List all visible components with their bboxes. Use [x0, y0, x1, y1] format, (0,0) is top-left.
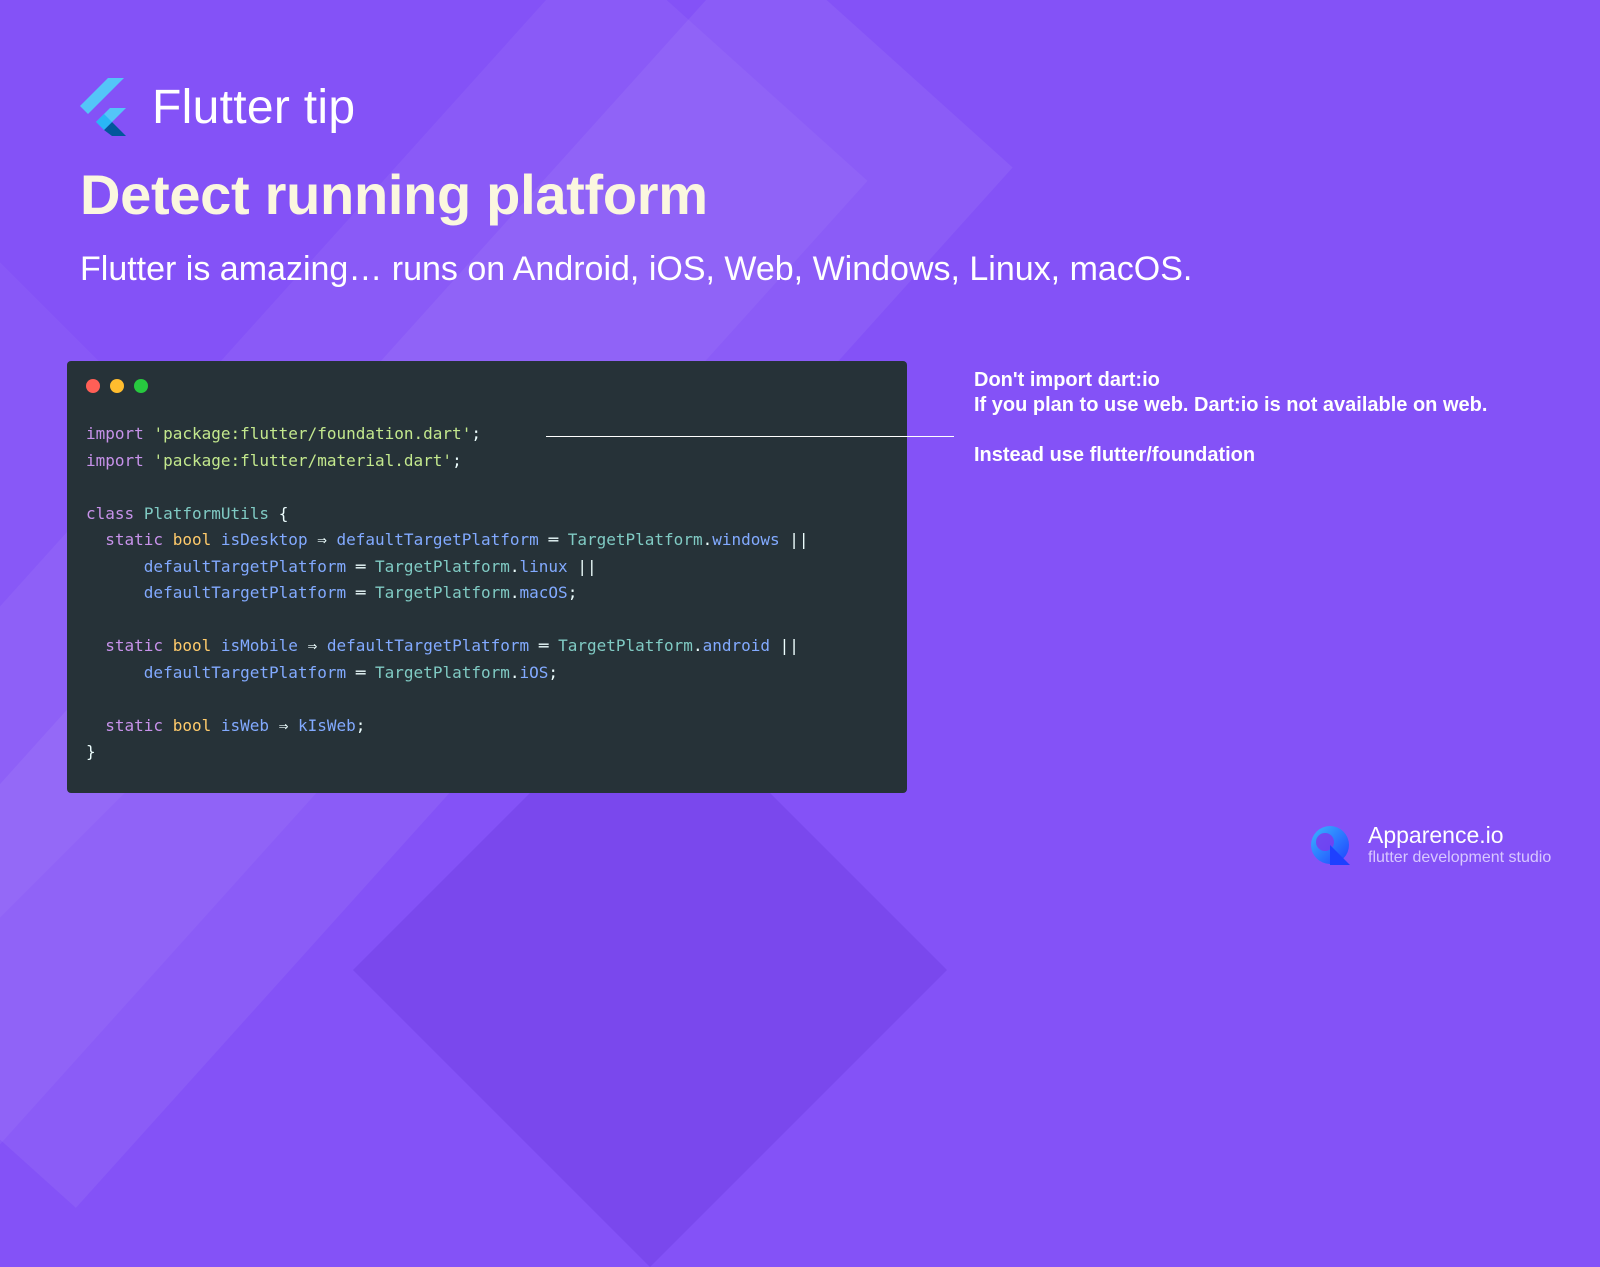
apparence-logo-icon	[1311, 826, 1350, 865]
note-line-3: Instead use flutter/foundation	[974, 444, 1256, 466]
code-line: static bool isMobile ⇒ defaultTargetPlat…	[105, 636, 799, 655]
brand-title: Flutter tip	[152, 80, 356, 134]
code-line: class PlatformUtils {	[86, 503, 289, 523]
note-line-1: Don't import dart:io	[974, 369, 1160, 391]
note-line-2: If you plan to use web. Dart:io is not a…	[974, 394, 1488, 416]
code-line: defaultTargetPlatform ═ TargetPlatform.l…	[143, 556, 597, 576]
code-window: import 'package:flutter/foundation.dart'…	[67, 361, 907, 793]
code-line: defaultTargetPlatform ═ TargetPlatform.i…	[143, 662, 559, 682]
maximize-dot-icon	[134, 379, 148, 393]
header: Flutter tip	[80, 78, 355, 136]
code-line: }	[86, 742, 96, 761]
callout-line	[546, 436, 954, 437]
footer-tagline: flutter development studio	[1368, 849, 1552, 866]
footer-brand: Apparence.io flutter development studio	[1310, 822, 1551, 868]
footer-name: Apparence.io	[1368, 822, 1504, 848]
callout-note: Don't import dart:io If you plan to use …	[974, 368, 1487, 468]
window-controls	[86, 379, 158, 393]
code-line: defaultTargetPlatform ═ TargetPlatform.m…	[143, 583, 578, 602]
code-line: import 'package:flutter/material.dart';	[86, 450, 462, 470]
minimize-dot-icon	[110, 379, 124, 393]
code-line: static bool isWeb ⇒ kIsWeb;	[105, 715, 366, 735]
note-gap	[974, 418, 1487, 443]
page-subtitle: Flutter is amazing… runs on Android, iOS…	[80, 250, 1193, 288]
code-line: static bool isDesktop ⇒ defaultTargetPla…	[105, 530, 809, 549]
flutter-logo-icon	[80, 78, 126, 136]
close-dot-icon	[86, 379, 100, 393]
page-title: Detect running platform	[80, 163, 708, 226]
code-block: import 'package:flutter/foundation.dart'…	[86, 421, 809, 766]
code-line: import 'package:flutter/foundation.dart'…	[86, 424, 481, 443]
